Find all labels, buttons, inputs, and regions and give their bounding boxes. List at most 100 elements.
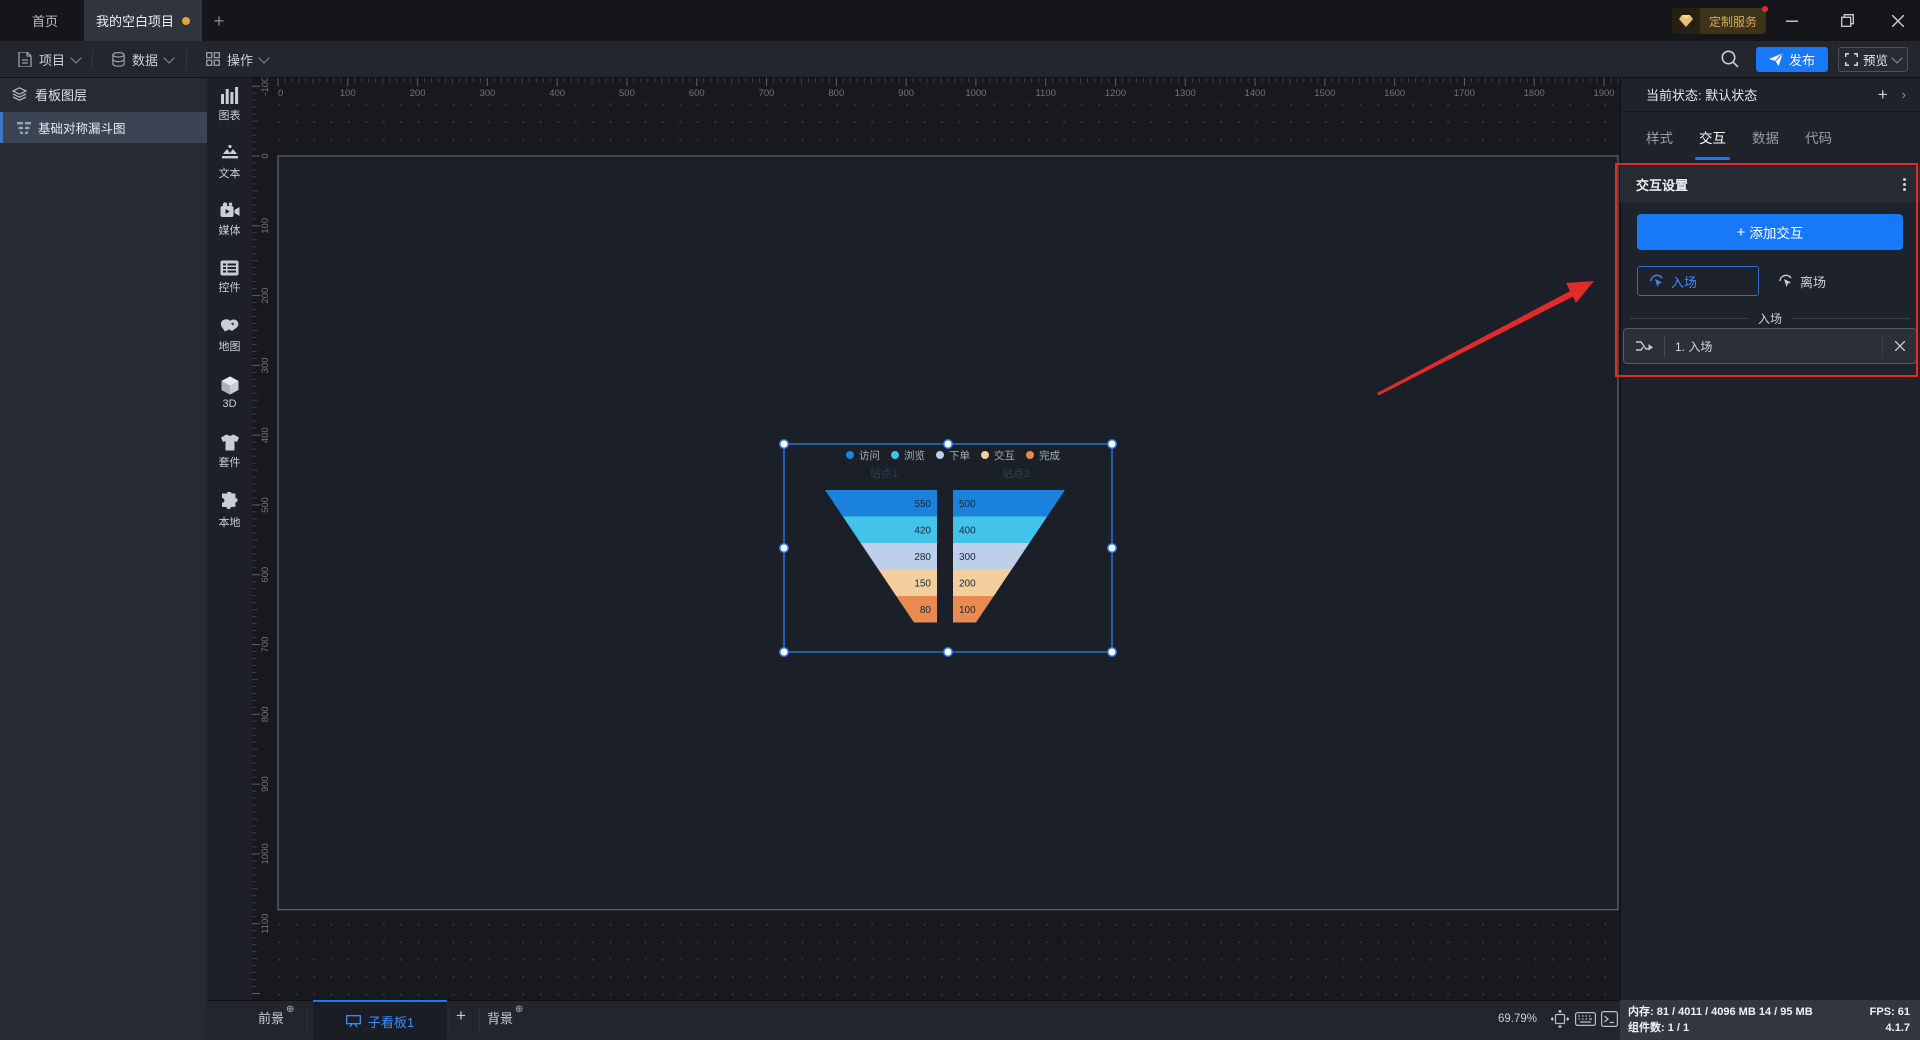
component-icon <box>220 86 240 104</box>
legend-label: 访问 <box>859 449 880 462</box>
layer-item-label: 基础对称漏斗图 <box>38 122 126 136</box>
svg-text:500: 500 <box>260 497 271 513</box>
circle-plus-icon: ⊕ <box>286 1004 295 1015</box>
layers-panel-title: 看板图层 <box>35 87 88 103</box>
component-category-5[interactable]: 地图 <box>207 318 252 364</box>
component-label: 本地 <box>218 517 241 529</box>
background-button[interactable]: 背景 ⊕ <box>487 1004 523 1027</box>
expand-states-button[interactable]: › <box>1902 87 1906 102</box>
menu-project[interactable]: 项目 <box>6 41 92 77</box>
menu-separator <box>186 49 187 69</box>
tab-project[interactable]: 我的空白项目 <box>84 0 202 41</box>
legend-dot-icon <box>981 451 989 459</box>
selection-handle[interactable] <box>1107 543 1117 553</box>
restore-window-button[interactable] <box>1827 0 1867 41</box>
publish-label: 发布 <box>1788 53 1815 68</box>
design-page[interactable] <box>277 155 1619 911</box>
selection-handle[interactable] <box>779 543 789 553</box>
chevron-down-icon <box>163 51 175 64</box>
svg-text:1400: 1400 <box>1244 88 1265 99</box>
keyboard-shortcuts-button[interactable] <box>1575 1012 1596 1026</box>
svg-text:1000: 1000 <box>260 843 271 864</box>
component-category-7[interactable]: 套件 <box>207 434 252 480</box>
funnel-value-label: 500 <box>959 499 976 510</box>
component-label: 套件 <box>218 457 241 469</box>
funnel-value-label: 420 <box>914 526 931 537</box>
selection-handle[interactable] <box>1107 439 1117 449</box>
svg-text:1100: 1100 <box>260 913 271 933</box>
component-label: 图表 <box>218 110 241 122</box>
version-label: 4.1.7 <box>1885 1022 1910 1034</box>
svg-text:1200: 1200 <box>1105 88 1126 99</box>
component-icon <box>221 376 239 395</box>
inspector-tabs: 样式 交互 数据 代码 <box>1620 112 1920 162</box>
modified-dot-icon <box>182 16 190 25</box>
component-category-1[interactable]: 图表 <box>207 86 252 132</box>
preview-button[interactable]: 预览 <box>1838 47 1908 72</box>
tab-style[interactable]: 样式 <box>1646 112 1673 162</box>
gem-icon <box>1672 8 1700 34</box>
component-category-2[interactable]: 文本 <box>207 144 252 190</box>
menubar: 项目 数据 操作 <box>0 41 1920 78</box>
foreground-button[interactable]: 前景 ⊕ <box>258 1004 294 1027</box>
component-icon <box>220 434 240 451</box>
component-category-6[interactable]: 3D <box>207 376 252 422</box>
minimize-button[interactable] <box>1772 0 1812 41</box>
tab-interaction[interactable]: 交互 <box>1695 112 1730 162</box>
selection-handle[interactable] <box>779 439 789 449</box>
legend-dot-icon <box>1026 451 1034 459</box>
svg-text:800: 800 <box>260 706 271 722</box>
menu-actions[interactable]: 操作 <box>194 41 280 77</box>
svg-text:300: 300 <box>479 88 495 99</box>
menu-actions-label: 操作 <box>227 52 254 68</box>
component-icon <box>220 144 240 162</box>
memory-stat: 内存: 81 / 4011 / 4096 MB 14 / 95 MB <box>1628 1006 1813 1018</box>
fit-to-screen-button[interactable] <box>1551 1010 1569 1028</box>
layer-item-funnel-chart[interactable]: 基础对称漏斗图 <box>0 112 207 143</box>
component-label: 地图 <box>218 341 241 353</box>
component-icon <box>220 260 239 276</box>
tab-code[interactable]: 代码 <box>1805 112 1832 162</box>
funnel-value-label: 550 <box>914 499 931 510</box>
component-category-4[interactable]: 控件 <box>207 260 252 306</box>
legend-dot-icon <box>846 451 854 459</box>
svg-text:1500: 1500 <box>1314 88 1335 99</box>
zoom-level[interactable]: 69.79% <box>1498 1013 1546 1025</box>
selection-handle[interactable] <box>1107 647 1117 657</box>
selection-handle[interactable] <box>779 647 789 657</box>
tab-home[interactable]: 首页 <box>14 0 76 41</box>
custom-service-badge[interactable]: 定制服务 <box>1672 6 1769 34</box>
menu-project-label: 项目 <box>39 52 66 68</box>
tab-data[interactable]: 数据 <box>1752 112 1779 162</box>
menu-data[interactable]: 数据 <box>100 41 185 77</box>
selection-handle[interactable] <box>943 439 953 449</box>
component-count-stat: 组件数: 1 / 1 <box>1628 1022 1690 1034</box>
component-category-3[interactable]: 媒体 <box>207 202 252 248</box>
current-state-label: 当前状态: 默认状态 <box>1646 88 1758 103</box>
svg-text:900: 900 <box>260 776 271 792</box>
design-canvas[interactable]: 0 100 200 300 400 500 600 700 800 900 1000 1100 1200… <box>252 78 1620 1000</box>
preview-label: 预览 <box>1862 54 1888 68</box>
component-category-8[interactable]: 本地 <box>207 492 252 538</box>
new-tab-button[interactable]: + <box>208 10 230 32</box>
svg-text:400: 400 <box>260 427 271 443</box>
close-window-button[interactable] <box>1878 0 1918 41</box>
funnel-value-label: 280 <box>914 552 931 563</box>
svg-text:1900: 1900 <box>1593 88 1614 99</box>
subboard-tab[interactable]: 子看板1 <box>313 1000 447 1040</box>
layers-panel: 看板图层 基础对称漏斗图 <box>0 78 207 1040</box>
menu-data-label: 数据 <box>132 52 159 68</box>
add-board-button[interactable]: + <box>456 1006 466 1026</box>
notification-dot-icon <box>1762 6 1769 12</box>
publish-button[interactable]: 发布 <box>1756 47 1828 72</box>
add-state-button[interactable]: + <box>1878 85 1888 105</box>
fullscreen-icon <box>1845 53 1858 66</box>
console-button[interactable] <box>1601 1011 1618 1027</box>
svg-text:900: 900 <box>898 88 914 99</box>
search-button[interactable] <box>1720 49 1740 69</box>
legend-label: 完成 <box>1039 449 1061 462</box>
svg-text:0: 0 <box>260 153 271 158</box>
component-label: 媒体 <box>218 225 241 237</box>
selection-handle[interactable] <box>943 647 953 657</box>
funnel-value-label: 100 <box>959 605 976 616</box>
